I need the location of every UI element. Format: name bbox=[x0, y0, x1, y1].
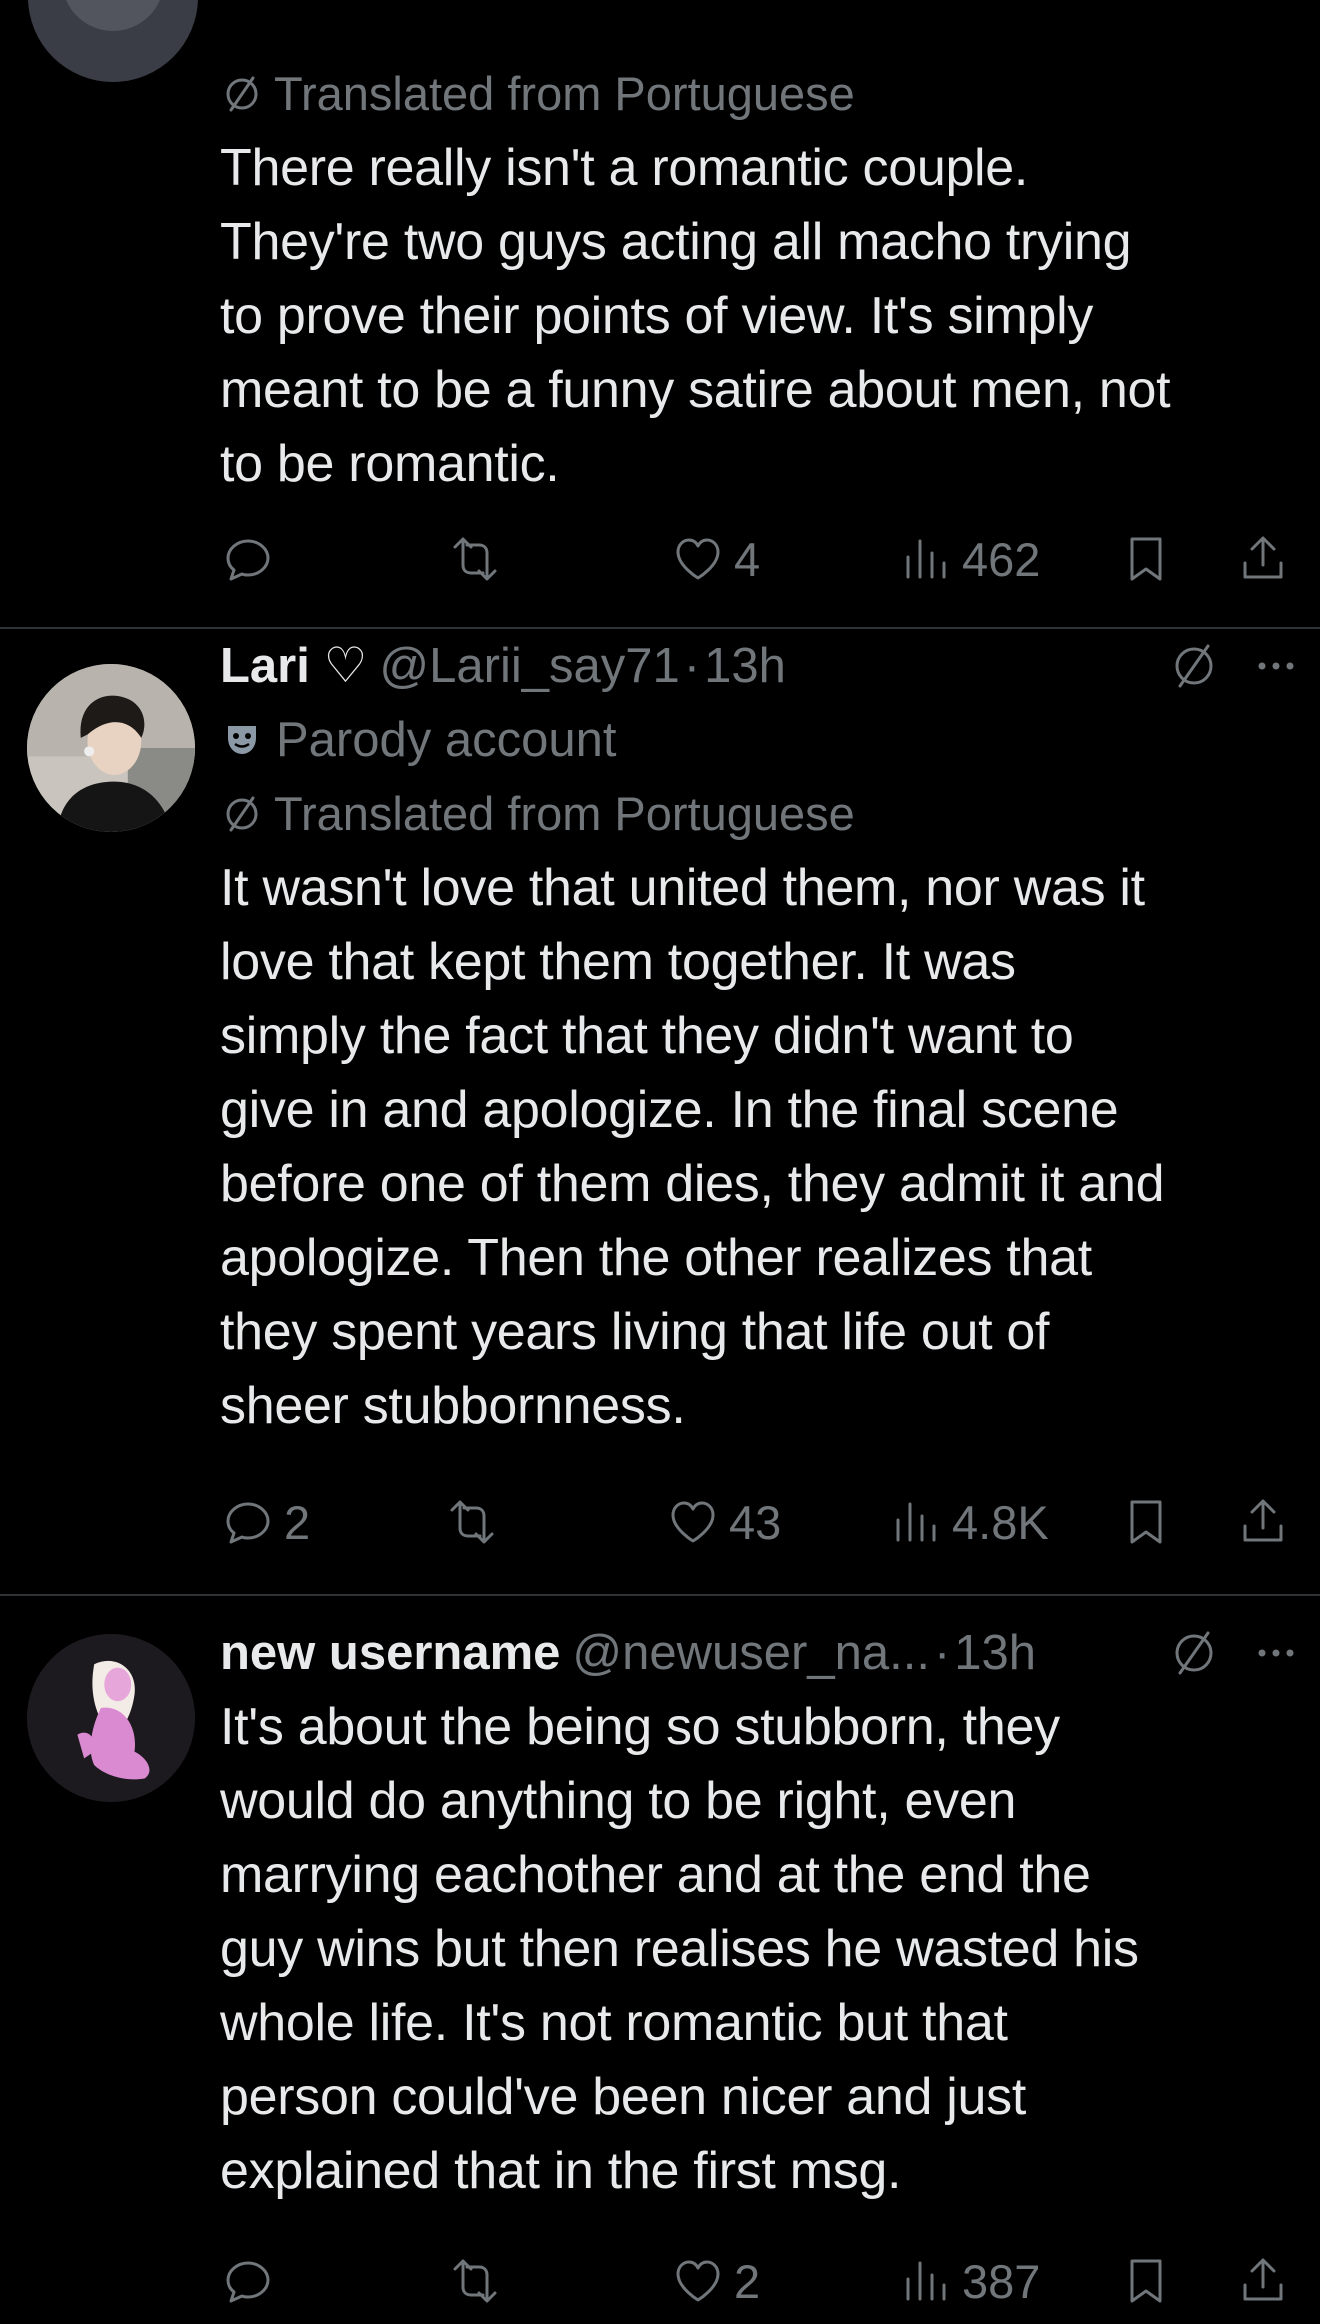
repost-button[interactable] bbox=[445, 2244, 505, 2318]
heart-icon bbox=[671, 1501, 715, 1543]
share-button[interactable] bbox=[1235, 522, 1291, 596]
post-text: It wasn't love that united them, nor was… bbox=[220, 859, 1165, 1435]
action-bar: 4 462 bbox=[220, 522, 1300, 596]
views-button[interactable]: 4.8K bbox=[888, 1485, 1049, 1559]
post-time[interactable]: 13h bbox=[954, 1616, 1036, 1690]
avatar[interactable] bbox=[27, 1634, 195, 1802]
repost-icon bbox=[453, 537, 497, 581]
bookmark-button[interactable] bbox=[1118, 522, 1174, 596]
reply-icon bbox=[226, 1502, 270, 1544]
like-count: 4 bbox=[734, 532, 761, 586]
views-count: 462 bbox=[962, 532, 1041, 586]
views-button[interactable]: 387 bbox=[898, 2244, 1040, 2318]
more-icon[interactable] bbox=[1252, 638, 1300, 694]
user-handle[interactable]: @newuser_na... bbox=[572, 1616, 930, 1690]
bookmark-button[interactable] bbox=[1118, 2244, 1174, 2318]
post-time[interactable]: 13h bbox=[704, 629, 786, 703]
post-text: There really isn't a romantic couple. Th… bbox=[220, 139, 1171, 493]
heart-icon bbox=[676, 538, 720, 580]
separator-dot: · bbox=[933, 1626, 951, 1680]
translate-icon[interactable] bbox=[1166, 1625, 1222, 1681]
repost-icon bbox=[450, 1500, 494, 1544]
header-actions bbox=[1166, 1616, 1300, 1690]
header-actions bbox=[1166, 629, 1300, 703]
post-header: Lari ♡ @Larii_say71 · 13h bbox=[220, 629, 1300, 703]
display-name[interactable]: Lari ♡ bbox=[220, 629, 367, 703]
divider bbox=[0, 1594, 1320, 1596]
reply-icon bbox=[226, 2261, 270, 2303]
views-icon bbox=[896, 1502, 936, 1542]
action-bar: 2 387 bbox=[220, 2244, 1300, 2318]
repost-button[interactable] bbox=[445, 522, 505, 596]
repost-button[interactable] bbox=[442, 1485, 502, 1559]
share-button[interactable] bbox=[1235, 2244, 1291, 2318]
like-count: 43 bbox=[729, 1495, 782, 1549]
parody-mask-icon bbox=[228, 726, 256, 754]
views-icon bbox=[906, 2261, 946, 2301]
action-bar: 2 43 4.8K bbox=[220, 1485, 1300, 1559]
parody-badge: Parody account bbox=[220, 703, 1300, 777]
views-count: 387 bbox=[962, 2254, 1041, 2308]
display-name[interactable]: new username bbox=[220, 1616, 560, 1690]
translate-icon bbox=[226, 76, 258, 112]
reply-button[interactable] bbox=[220, 522, 284, 596]
share-icon bbox=[1243, 2258, 1283, 2301]
share-icon bbox=[1243, 1499, 1283, 1542]
reply-icon bbox=[226, 539, 270, 581]
like-count: 2 bbox=[734, 2254, 761, 2308]
post-header: new username @newuser_na... · 13h bbox=[220, 1616, 1300, 1690]
more-icon[interactable] bbox=[1252, 1625, 1300, 1681]
translated-text: Translated from Portuguese bbox=[274, 787, 855, 840]
repost-icon bbox=[453, 2259, 497, 2303]
translated-label[interactable]: Translated from Portuguese bbox=[220, 777, 1300, 851]
translated-label[interactable]: Translated from Portuguese bbox=[220, 57, 1300, 131]
reply-count: 2 bbox=[284, 1495, 311, 1549]
reply-button[interactable] bbox=[220, 2244, 284, 2318]
translate-icon bbox=[226, 796, 258, 832]
bookmark-icon bbox=[1130, 537, 1162, 581]
like-button[interactable]: 4 bbox=[670, 522, 760, 596]
avatar[interactable] bbox=[28, 0, 198, 82]
views-button[interactable]: 462 bbox=[898, 522, 1040, 596]
like-button[interactable]: 43 bbox=[665, 1485, 781, 1559]
parody-label: Parody account bbox=[276, 713, 617, 767]
views-icon bbox=[906, 539, 946, 579]
bookmark-icon bbox=[1130, 1500, 1162, 1544]
bookmark-icon bbox=[1130, 2259, 1162, 2303]
avatar[interactable] bbox=[27, 664, 195, 832]
views-count: 4.8K bbox=[952, 1495, 1049, 1549]
separator-dot: · bbox=[683, 639, 701, 693]
bookmark-button[interactable] bbox=[1118, 1485, 1174, 1559]
post-text: It's about the being so stubborn, they w… bbox=[220, 1698, 1139, 2200]
heart-icon bbox=[676, 2260, 720, 2302]
user-handle[interactable]: @Larii_say71 bbox=[379, 629, 679, 703]
share-icon bbox=[1243, 536, 1283, 579]
reply-button[interactable]: 2 bbox=[220, 1485, 310, 1559]
translate-icon[interactable] bbox=[1166, 638, 1222, 694]
translated-text: Translated from Portuguese bbox=[274, 67, 855, 120]
reply-feed: Translated from Portuguese There really … bbox=[0, 0, 1320, 2324]
like-button[interactable]: 2 bbox=[670, 2244, 760, 2318]
share-button[interactable] bbox=[1235, 1485, 1291, 1559]
